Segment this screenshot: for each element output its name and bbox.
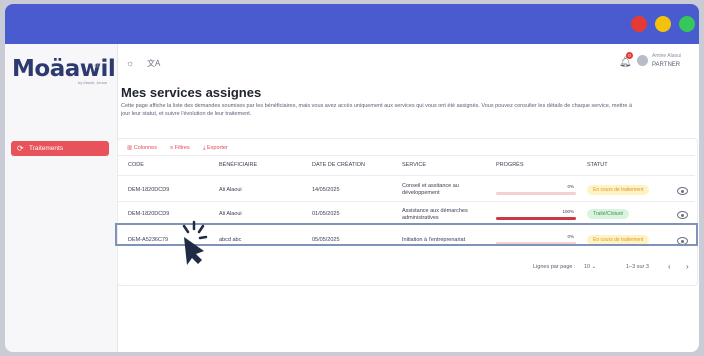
next-page-icon[interactable]: ›	[686, 262, 689, 271]
row-progress-bar	[496, 192, 576, 195]
status-badge: En cours de traitement	[587, 185, 650, 195]
export-button[interactable]: ⤓ Exporter	[203, 145, 228, 152]
row-progress-bar	[496, 217, 576, 220]
row-date: 14/05/2025	[312, 187, 340, 193]
sidebar-item-label: Traitements	[29, 145, 64, 152]
view-details-icon[interactable]	[677, 187, 688, 195]
column-header-beneficiary[interactable]: BÉNÉFICIAIRE	[219, 162, 257, 168]
sun-icon[interactable]: ☼	[126, 58, 134, 68]
row-date: 01/05/2025	[312, 211, 340, 217]
divider	[118, 201, 695, 202]
row-code: DEM-1820DCD9	[128, 211, 170, 217]
column-header-date[interactable]: DATE DE CRÉATION	[312, 162, 365, 168]
user-role: PARTNER	[652, 62, 681, 68]
window-titlebar	[5, 4, 699, 44]
status-badge: Traité/Cloturé	[587, 209, 630, 219]
refresh-icon: ⟳	[17, 144, 24, 153]
column-header-progress[interactable]: PROGRÈS	[496, 162, 524, 168]
row-service: Assistance aux démarches administratives	[402, 208, 468, 220]
click-ray	[198, 235, 208, 240]
pagination-range: 1–3 sur 3	[626, 264, 649, 270]
divider	[118, 175, 695, 176]
filters-button[interactable]: ≡ Filtres	[170, 145, 190, 151]
minimize-window-button[interactable]	[655, 16, 671, 32]
filters-label: Filtres	[174, 145, 190, 151]
view-details-icon[interactable]	[677, 211, 688, 219]
row-progress-label: 100%	[562, 209, 574, 214]
row-beneficiary: Ali Alaoui	[219, 211, 242, 217]
cursor-click-icon	[182, 220, 208, 265]
column-header-code[interactable]: CODE	[128, 162, 144, 168]
previous-page-icon[interactable]: ‹	[668, 262, 671, 271]
column-header-status[interactable]: STATUT	[587, 162, 608, 168]
close-window-button[interactable]	[631, 16, 647, 32]
cursor-arrow	[184, 237, 204, 265]
notification-badge: 0	[626, 52, 633, 59]
click-ray	[197, 224, 205, 234]
maximize-window-button[interactable]	[679, 16, 695, 32]
row-code: DEM-1820DCD9	[128, 187, 170, 193]
avatar[interactable]	[637, 55, 648, 66]
divider	[118, 155, 695, 156]
sidebar	[5, 44, 118, 352]
page-title: Mes services assignes	[121, 85, 262, 100]
export-label: Exporter	[206, 145, 228, 151]
rows-per-page-select[interactable]: 10 ⌄	[584, 264, 596, 270]
row-beneficiary: Ali Alaoui	[219, 187, 242, 193]
brand-logo-subtitle: by Mashi, Jeune	[78, 80, 108, 85]
row-service: Conseil et assitance au développement	[402, 183, 459, 196]
row-progress-label: 0%	[567, 184, 574, 189]
column-header-service[interactable]: SERVICE	[402, 162, 426, 168]
chevron-down-icon: ⌄	[591, 264, 597, 270]
user-name: Amine Alaoui	[652, 53, 682, 59]
columns-label: Colonnes	[133, 145, 157, 151]
columns-icon: ▥	[127, 145, 134, 151]
collapse-sidebar-icon[interactable]: «	[94, 60, 100, 71]
page-description: Cette page affiche la liste des demandes…	[121, 103, 633, 117]
sidebar-item-traitements[interactable]: ⟳ Traitements	[11, 141, 109, 156]
rows-per-page-label: Lignes par page :	[533, 264, 576, 270]
row-progress-fill	[496, 217, 576, 220]
rows-per-page-value: 10	[584, 264, 591, 270]
translate-icon[interactable]: 文A	[147, 58, 160, 69]
click-ray	[182, 224, 190, 234]
columns-button[interactable]: ▥ Colonnes	[127, 145, 157, 151]
